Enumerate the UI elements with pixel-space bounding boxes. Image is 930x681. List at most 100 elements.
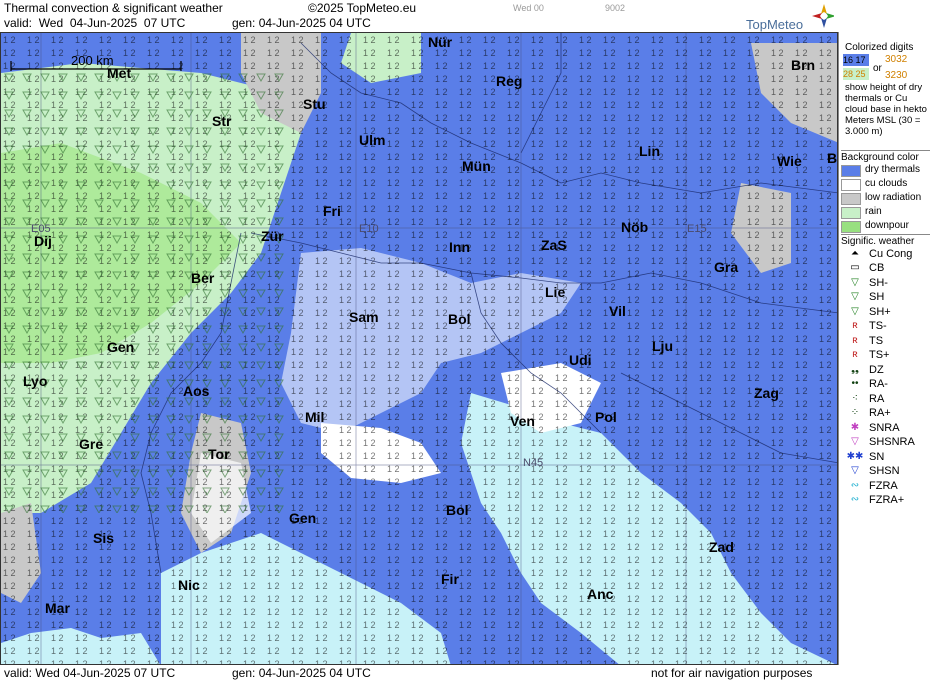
city-label: Str <box>212 113 232 129</box>
background-color-title: Background color <box>841 150 930 163</box>
city-label: Inn <box>449 239 470 255</box>
legend-sn: ✱✱ SN <box>846 451 885 463</box>
city-label: Gen <box>289 510 317 526</box>
snow-rain-icon: ✱ <box>850 422 860 433</box>
city-label: Nür <box>428 34 453 50</box>
legend-sh: ▽ SH <box>841 291 930 305</box>
city-label: Tor <box>208 446 230 462</box>
snow-rain-shower-icon: ▽ <box>851 436 859 447</box>
city-label: Zür <box>261 228 284 244</box>
city-label: Anc <box>587 586 614 602</box>
city-label: Lju <box>652 338 673 354</box>
topmeteo-logo: TopMeteo <box>744 4 834 32</box>
legend-snra: ✱ SNRA <box>841 422 930 436</box>
city-label: Bol <box>446 502 469 518</box>
cu-cong-icon: ⏶ <box>851 248 859 259</box>
city-label: Sis <box>93 530 115 546</box>
city-label: Stu <box>303 96 326 112</box>
city-label: Vil <box>609 303 626 319</box>
city-label: Met <box>107 65 132 81</box>
rain-icon: ⁖ <box>852 393 858 404</box>
legend-downpour: downpour <box>841 220 930 233</box>
snow-icon: ✱✱ <box>846 451 864 462</box>
city-label: Dij <box>34 233 52 249</box>
rain-icon: •• <box>851 378 859 389</box>
city-label: Lin <box>639 143 660 159</box>
city-label: B <box>827 150 838 166</box>
city-label: Gen <box>107 339 135 355</box>
legend-ts-minus: ʀ TS- <box>841 320 930 334</box>
city-label: Nic <box>178 577 200 593</box>
legend-ra: ⁖ RA <box>841 393 930 407</box>
footer-generated: gen: 04-Jun-2025 04 UTC <box>232 666 371 680</box>
legend-cb: ▭ CB <box>841 262 930 276</box>
legend-fzra: ∾ FZRA <box>841 480 930 494</box>
colorized-digits-title: Colorized digits <box>845 42 914 53</box>
grid-label-n45: N45 <box>523 457 544 469</box>
disclaimer: not for air navigation purposes <box>651 666 813 680</box>
legend-shsn: ▽ SHSN <box>841 465 930 479</box>
cloud-base-digits: 3230 <box>885 70 908 81</box>
city-label: Wie <box>777 153 802 169</box>
freezing-rain-icon: ∾ <box>850 494 860 505</box>
legend-ra-plus: ⁘ RA+ <box>841 407 930 421</box>
thunderstorm-icon: ʀ <box>852 335 858 346</box>
legend-ra-minus: •• RA- <box>841 378 930 392</box>
city-label: Fir <box>441 571 459 587</box>
digits-box-green: 28 25 <box>843 68 869 80</box>
legend-dz: ❟❟ DZ <box>841 364 930 378</box>
city-label: Sam <box>349 309 379 325</box>
digits-description: show height of dry thermals or Cu cloud … <box>845 82 927 137</box>
city-label: Mil <box>305 409 325 425</box>
city-label: ZaS <box>541 237 567 253</box>
run-label: Wed 00 <box>513 3 544 13</box>
freezing-rain-icon: ∾ <box>850 480 860 491</box>
copyright: ©2025 TopMeteo.eu <box>308 1 417 15</box>
city-label: Pol <box>595 409 617 425</box>
generated-time: gen: 04-Jun-2025 04 UTC <box>232 16 371 30</box>
city-label: Ulm <box>359 132 386 148</box>
drizzle-icon: ❟❟ <box>851 364 859 375</box>
rain-icon: ⁘ <box>850 407 860 418</box>
shower-icon: ▽ <box>851 291 859 302</box>
city-label: Ber <box>191 270 215 286</box>
city-label: Bol <box>448 311 471 327</box>
shower-icon: ▽ <box>851 306 859 317</box>
footer-valid: valid: Wed 04-Jun-2025 07 UTC <box>4 666 176 680</box>
cb-icon: ▭ <box>850 262 860 273</box>
shower-icon: ▽ <box>851 277 859 288</box>
city-label: Ven <box>510 413 535 429</box>
grid-label-e10: E10 <box>359 223 379 235</box>
legend-rain: rain <box>841 206 930 219</box>
legend-sh-minus: ▽ SH- <box>841 277 930 291</box>
significant-weather-title: Signific. weather <box>841 234 930 247</box>
city-label: Zad <box>709 539 734 555</box>
run-code: 9002 <box>605 3 626 13</box>
city-label: Nöb <box>621 219 649 235</box>
legend-ts-plus: ʀ TS+ <box>841 349 930 363</box>
city-label: Zag <box>754 385 779 401</box>
city-label: Mar <box>45 600 70 616</box>
legend-sh-plus: ▽ SH+ <box>841 306 930 320</box>
city-label: Reg <box>496 73 523 89</box>
legend-low-radiation: low radiation <box>841 192 930 205</box>
thunderstorm-icon: ʀ <box>852 349 858 360</box>
or-label: or <box>873 63 882 74</box>
city-label: Udi <box>569 352 592 368</box>
map-title: Thermal convection & significant weather <box>4 1 223 15</box>
legend-cu-cong: ⏶ Cu Cong <box>841 248 930 262</box>
digits-box-blue: 16 17 <box>843 54 869 66</box>
header: Thermal convection & significant weather… <box>0 0 930 32</box>
city-label: Brn <box>791 57 816 73</box>
city-label: Gra <box>714 259 739 275</box>
legend-ts: ʀ TS <box>841 335 930 349</box>
city-label: Gre <box>79 436 104 452</box>
city-label: Lie <box>545 284 566 300</box>
legend-cu-clouds: cu clouds <box>841 178 930 191</box>
legend-fzra-plus: ∾ FZRA+ <box>841 494 930 508</box>
city-label: Aos <box>183 383 210 399</box>
weather-map[interactable]: 1 2 <box>0 32 838 665</box>
legend-dry-thermals: dry thermals <box>841 164 930 177</box>
footer: valid: Wed 04-Jun-2025 07 UTC gen: 04-Ju… <box>0 665 930 681</box>
city-label: Fri <box>323 203 341 219</box>
